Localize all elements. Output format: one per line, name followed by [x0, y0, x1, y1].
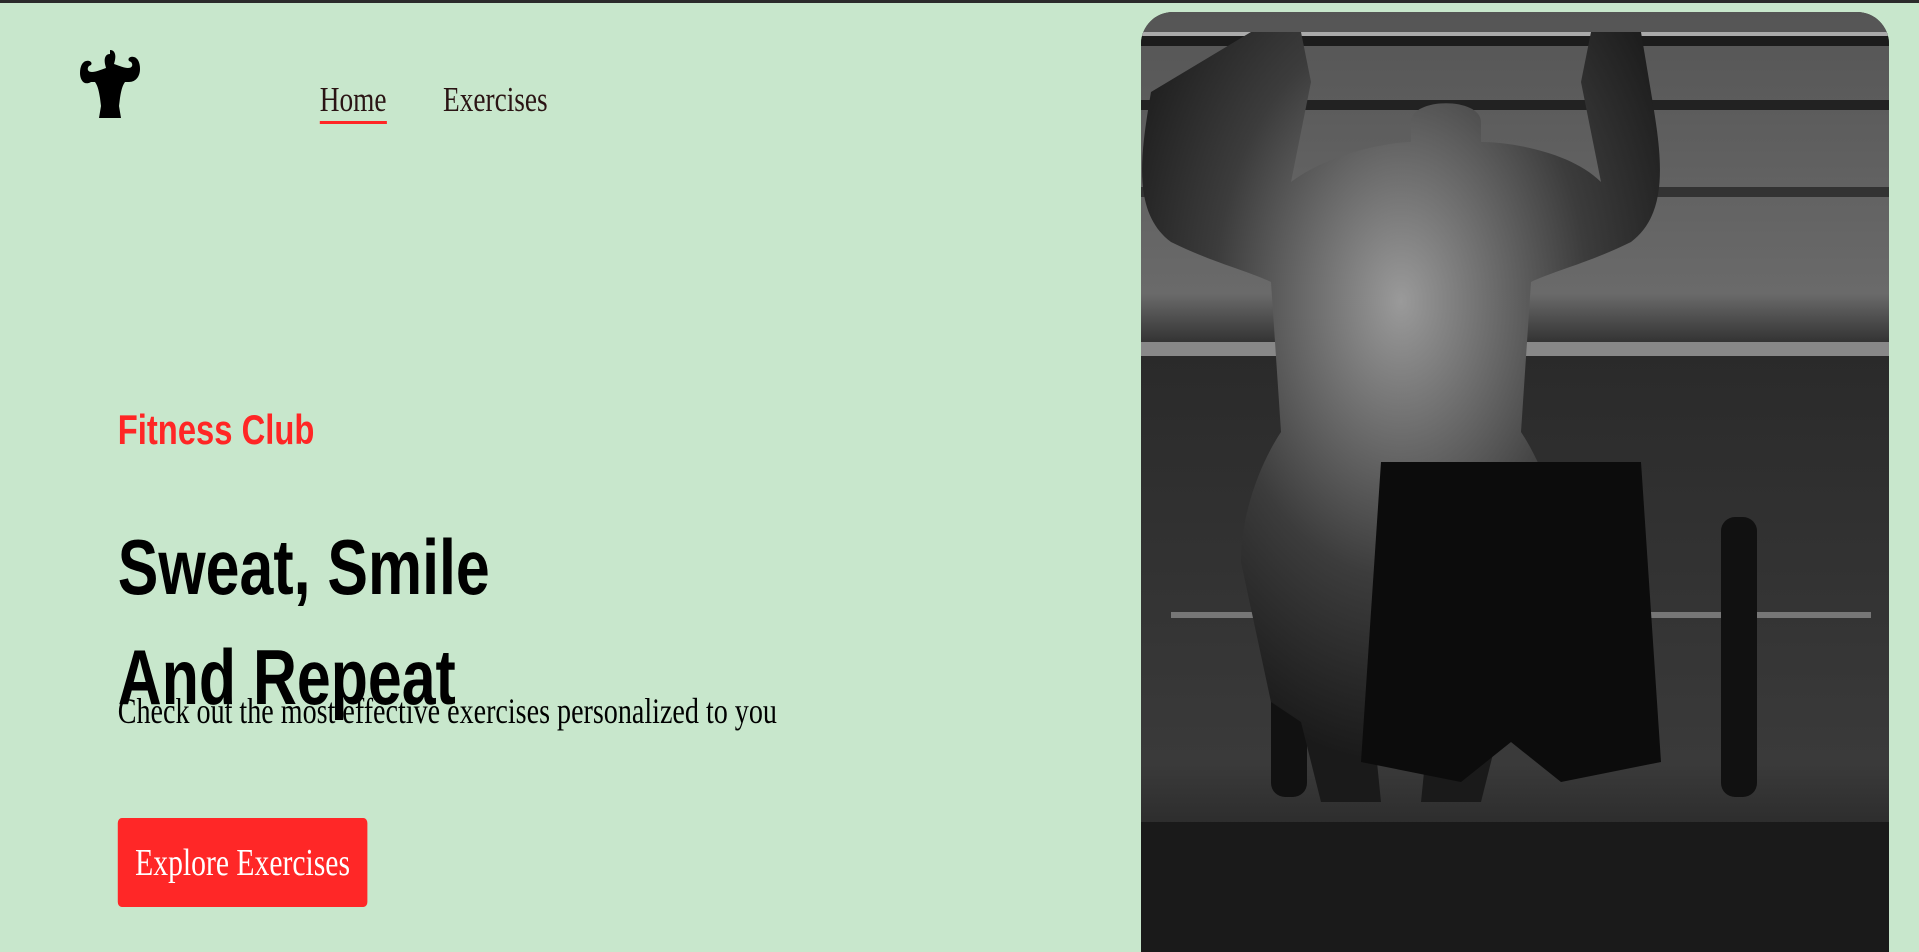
hero-description: Check out the most effective exercises p…: [117, 691, 777, 731]
explore-exercises-button[interactable]: Explore Exercises: [117, 818, 368, 907]
hero-banner-image: [1141, 12, 1889, 952]
nav-exercises-link[interactable]: Exercises: [443, 82, 548, 117]
hero-eyebrow: Fitness Club: [117, 406, 315, 453]
content-scale-wrapper: Home Exercises Fitness Club Sweat, Smile…: [0, 0, 1170, 938]
nav-home-link[interactable]: Home: [319, 82, 387, 124]
hero-headline-line1: Sweat, Smile: [117, 523, 490, 611]
